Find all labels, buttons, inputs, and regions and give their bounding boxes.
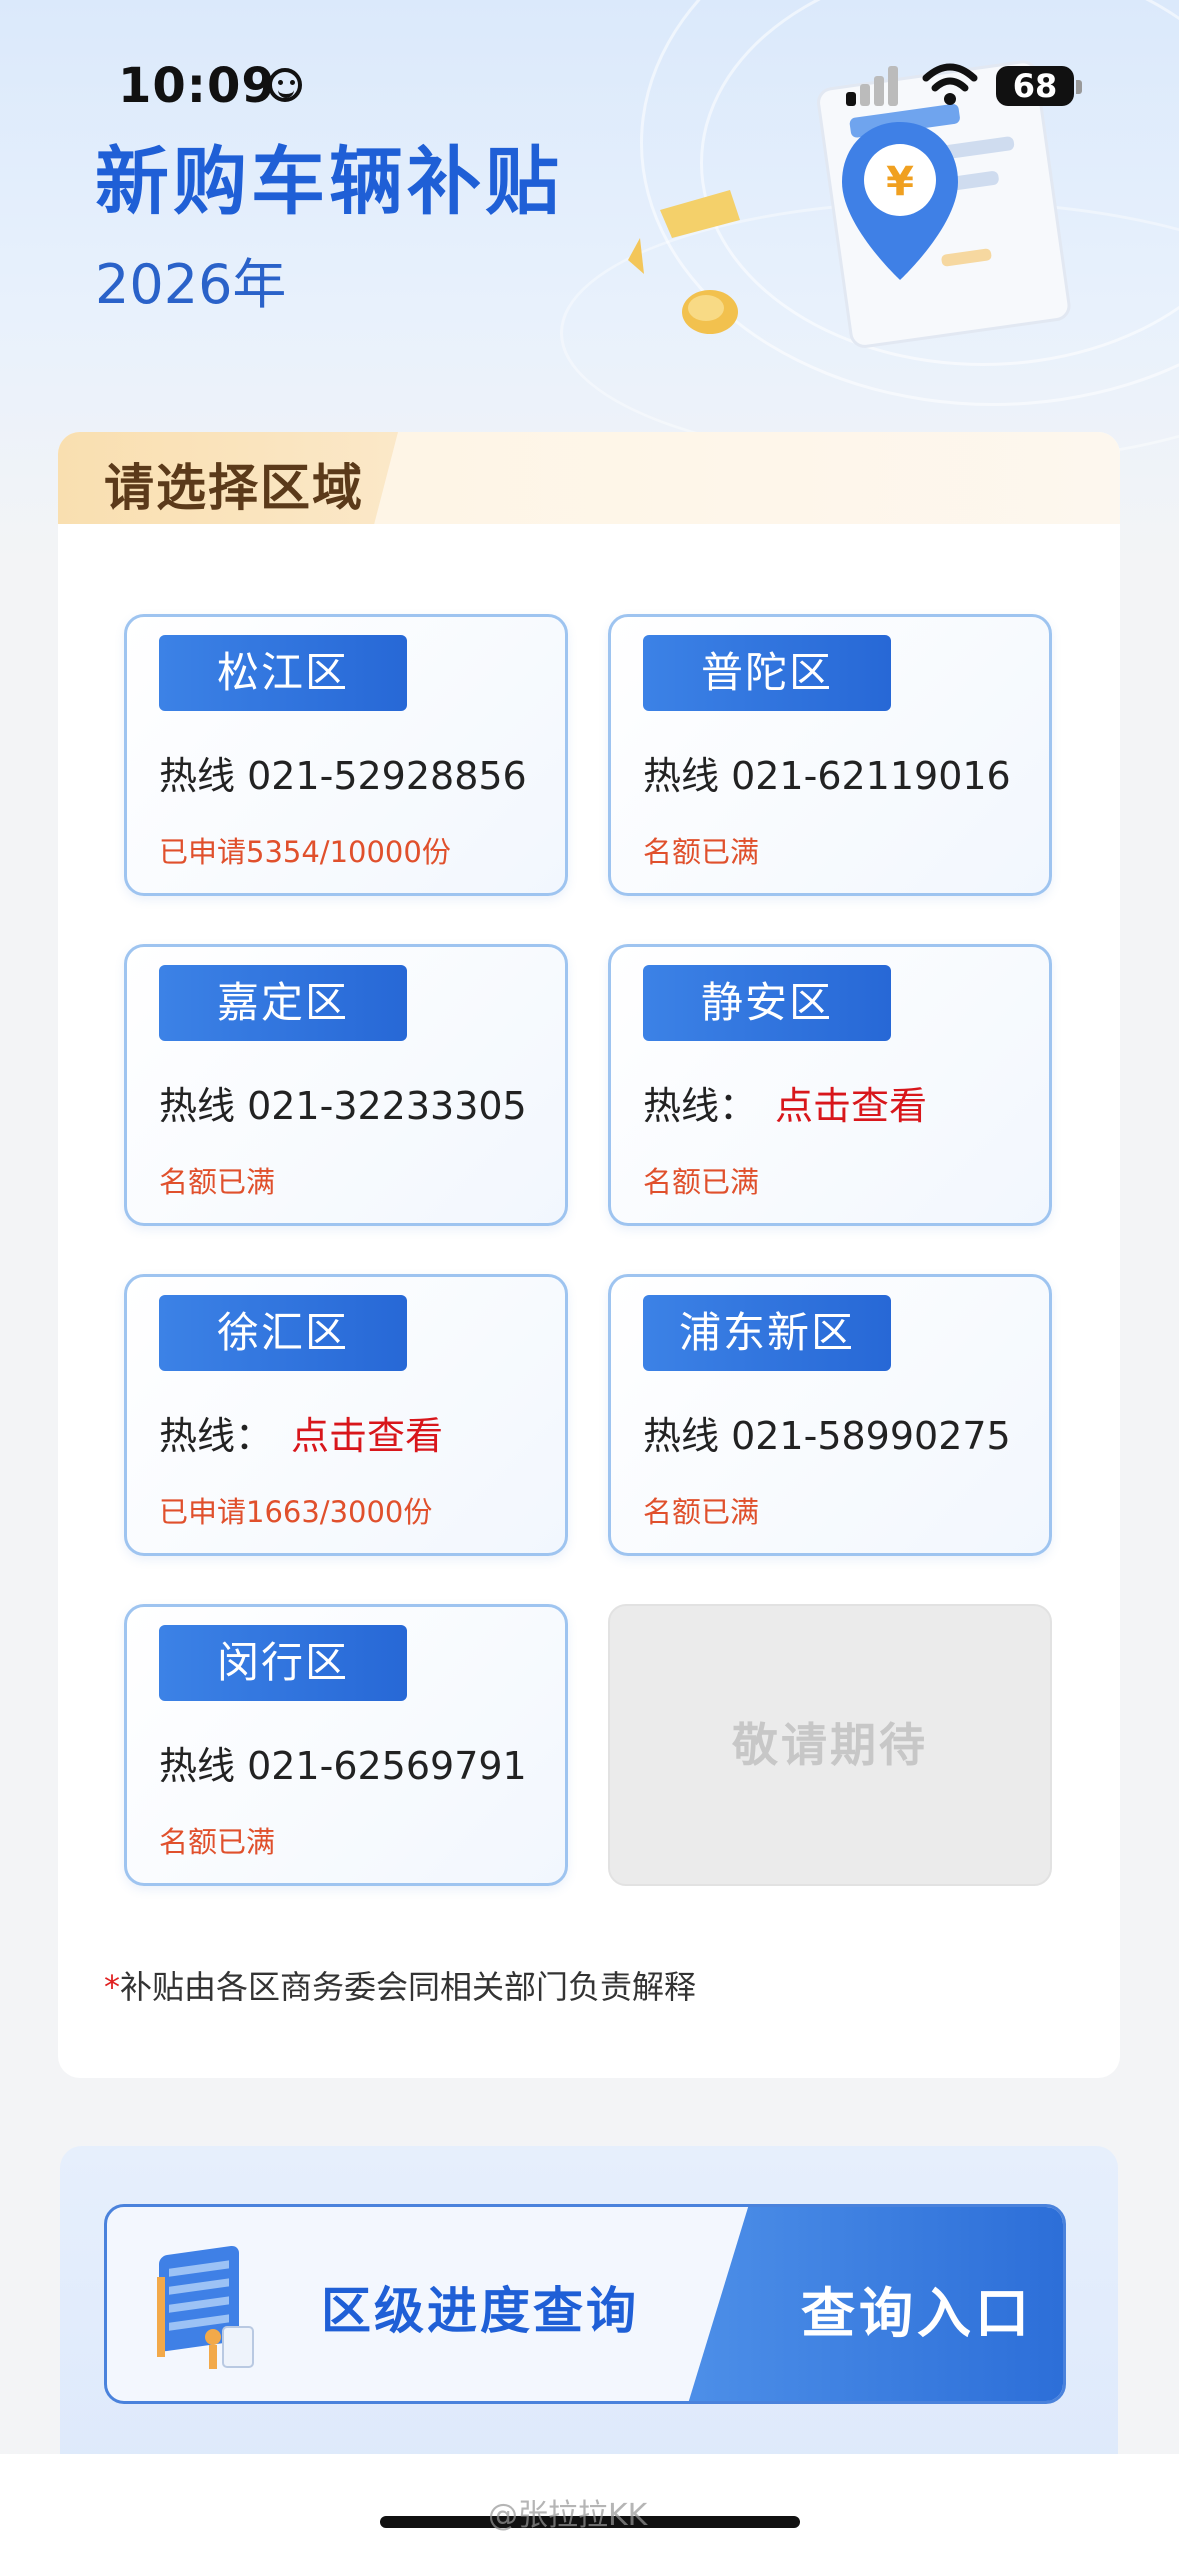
region-hotline: 热线 021-52928856: [159, 754, 527, 798]
footnote-asterisk: *: [104, 1968, 120, 2006]
query-label: 区级进度查询: [321, 2282, 639, 2340]
progress-query-bar[interactable]: 区级进度查询 查询入口: [104, 2204, 1066, 2404]
region-card-jingan[interactable]: 静安区 热线： 点击查看 名额已满: [608, 944, 1052, 1226]
region-status: 名额已满: [643, 835, 760, 869]
subsidy-illustration: ¥: [628, 60, 1071, 348]
region-hotline: 热线： 点击查看: [159, 1405, 443, 1460]
region-name: 徐汇区: [159, 1295, 407, 1371]
region-card-pudong[interactable]: 浦东新区 热线 021-58990275 名额已满: [608, 1274, 1052, 1556]
region-hotline: 热线 021-62569791: [159, 1744, 527, 1788]
battery-icon: 68: [996, 66, 1074, 106]
region-status: 名额已满: [159, 1825, 276, 1859]
region-hotline: 热线 021-62119016: [643, 754, 1011, 798]
region-name: 浦东新区: [643, 1295, 891, 1371]
region-panel: 请选择区域 松江区 热线 021-52928856 已申请5354/10000份…: [58, 432, 1120, 2078]
panel-title: 请选择区域: [104, 459, 364, 517]
page-year: 2026年: [95, 253, 287, 316]
region-name: 静安区: [643, 965, 891, 1041]
hotline-label: 热线：: [643, 1084, 758, 1128]
smiley-icon: [268, 68, 302, 102]
region-card-putuo[interactable]: 普陀区 热线 021-62119016 名额已满: [608, 614, 1052, 896]
status-time: 10:09: [118, 58, 276, 114]
region-hotline: 热线 021-58990275: [643, 1414, 1011, 1458]
region-status: 名额已满: [159, 1165, 276, 1199]
region-card-xuhui[interactable]: 徐汇区 热线： 点击查看 已申请1663/3000份: [124, 1274, 568, 1556]
region-name: 普陀区: [643, 635, 891, 711]
battery-tip: [1076, 80, 1082, 94]
region-card-jiading[interactable]: 嘉定区 热线 021-32233305 名额已满: [124, 944, 568, 1226]
hotline-view-link[interactable]: 点击查看: [775, 1084, 927, 1128]
region-status: 已申请1663/3000份: [159, 1495, 433, 1529]
svg-text:¥: ¥: [886, 159, 914, 205]
progress-chart-icon: [157, 2245, 254, 2369]
region-status: 名额已满: [643, 1495, 760, 1529]
coming-soon-card: 敬请期待: [608, 1604, 1052, 1886]
footnote-text: 补贴由各区商务委会同相关部门负责解释: [120, 1968, 697, 2006]
footnote: *补贴由各区商务委会同相关部门负责解释: [104, 1962, 696, 2008]
region-hotline: 热线： 点击查看: [643, 1075, 927, 1130]
watermark: @张拉拉KK: [488, 2498, 648, 2533]
region-status: 名额已满: [643, 1165, 760, 1199]
region-card-minhang[interactable]: 闵行区 热线 021-62569791 名额已满: [124, 1604, 568, 1886]
hotline-view-link[interactable]: 点击查看: [291, 1414, 443, 1458]
panel-header: 请选择区域: [58, 432, 1120, 524]
page-title: 新购车辆补贴: [95, 139, 563, 225]
region-name: 松江区: [159, 635, 407, 711]
region-card-songjiang[interactable]: 松江区 热线 021-52928856 已申请5354/10000份: [124, 614, 568, 896]
query-entry-label[interactable]: 查询入口: [801, 2269, 1033, 2348]
region-status: 已申请5354/10000份: [159, 835, 451, 869]
wifi-icon: [922, 63, 978, 105]
region-hotline: 热线 021-32233305: [159, 1084, 527, 1128]
hotline-label: 热线：: [159, 1414, 274, 1458]
cellular-signal-icon: [846, 62, 906, 106]
region-name: 闵行区: [159, 1625, 407, 1701]
region-name: 嘉定区: [159, 965, 407, 1041]
